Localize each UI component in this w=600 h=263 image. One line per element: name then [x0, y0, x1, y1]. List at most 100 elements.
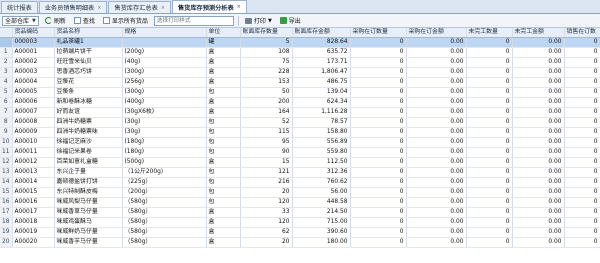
table-cell: 0	[564, 107, 600, 119]
refresh-icon	[44, 17, 52, 24]
table-cell: 0.00	[406, 57, 467, 69]
table-row[interactable]: 17 A00017 咪威香草马仔量 （580g）盒 33 214.50 0 0.00 0 0.00…	[0, 207, 600, 219]
table-row[interactable]: 4 A00004 豆漿花 (256g) 盒 153 486.75 0 0.00 0 0.00 0	[0, 77, 600, 89]
column-header[interactable]: 货品编码	[12, 28, 55, 39]
column-header[interactable]: 账面库存金额	[292, 28, 351, 39]
find-checkbox[interactable]: 查找	[72, 16, 97, 26]
toolbar: 全部仓库 ▼ 刷新 查找 显示所有货品 打印 ▼ 导出	[0, 14, 600, 28]
column-header[interactable]	[0, 28, 13, 39]
table-cell: 0	[350, 167, 407, 179]
table-cell: 0	[466, 87, 513, 99]
row-number: 18	[0, 217, 13, 229]
table-row[interactable]: 9 A00009 四洲牛奶糖票味 (30g) 包 115 158.80 0 0.00 0 0.00 0	[0, 127, 600, 139]
table-row[interactable]: 7 A00007 好而友谊 (30gX6枚) 盒 164 1,116.28 0 0.00 0 0.0…	[0, 107, 600, 119]
table-cell: （580g）	[122, 227, 207, 239]
table-cell: 嘉顿德盐饼打饼	[54, 177, 123, 189]
column-header[interactable]: 销售在订数	[564, 28, 600, 39]
table-row[interactable]: 15 A00015 东兴特制酥皮梅 （200g）包 20 56.00 0 0.00 0 0.00 0	[0, 187, 600, 199]
print-style-input[interactable]	[153, 15, 234, 26]
table-cell: 50	[240, 87, 293, 99]
column-header[interactable]: 未完工金额	[512, 28, 565, 39]
table-cell: 000003	[12, 37, 55, 49]
table-row[interactable]: 3 A00003 思香酒芯巧饼 (300g) 盒 228 1,806.47 0 0.00 0 0.0…	[0, 67, 600, 79]
row-number: 6	[0, 97, 13, 109]
table-cell: 0	[350, 217, 407, 229]
table-row[interactable]: 16 A00016 咪威风梨马仔量 （580g）包 120 448.58 0 0.00 0 0.0…	[0, 197, 600, 209]
tab-3[interactable]: 售货库存汇总表 ×	[108, 1, 171, 13]
table-cell: 448.58	[292, 197, 351, 209]
tab-4[interactable]: 售货库存预测分析表 ×	[171, 0, 247, 13]
table-cell: （225g）	[122, 177, 207, 189]
warehouse-select[interactable]: 全部仓库 ▼	[2, 15, 39, 26]
table-cell: 包	[206, 87, 241, 99]
warehouse-select-value: 全部仓库	[5, 18, 30, 25]
table-cell: 0.00	[406, 47, 467, 59]
table-cell: 1,806.47	[292, 67, 351, 79]
row-number: 11	[0, 147, 13, 159]
print-button[interactable]: 打印 ▼	[243, 16, 274, 26]
table-cell: 0.00	[406, 217, 467, 229]
refresh-button[interactable]: 刷新	[43, 16, 68, 26]
table-cell: (300g)	[122, 67, 207, 79]
table-cell: 0	[350, 187, 407, 199]
table-row[interactable]: 6 A00006 新和卷酥冰糖 (400g) 盒 200 624.34 0 0.00 0 0.00 0	[0, 97, 600, 109]
table-cell: 0	[350, 97, 407, 109]
table-cell: (40g)	[122, 57, 207, 69]
column-header[interactable]: 规格	[122, 28, 207, 39]
table-cell: 0	[564, 117, 600, 129]
table-cell: 121	[240, 167, 293, 179]
table-cell: 包	[206, 117, 241, 129]
tab-strip: 统计报表 业务员销售明细表 × 售货库存汇总表 × 售货库存预测分析表 ×	[0, 0, 600, 14]
table-cell: 0	[466, 57, 513, 69]
close-icon[interactable]: ×	[237, 4, 241, 10]
table-cell: 120	[240, 217, 293, 229]
table-cell: 包	[206, 197, 241, 209]
table-row[interactable]: 19 A00019 咪威鲜奶马仔量 （580g）盒 62 390.60 0 0.00 0 0.00…	[0, 227, 600, 239]
column-header[interactable]: 未完工数量	[466, 28, 513, 39]
table-cell: 228	[240, 67, 293, 79]
column-header[interactable]: 货品名称	[54, 28, 123, 39]
table-cell: 0	[350, 237, 407, 249]
table-cell: 四洲牛奶糖票	[54, 117, 123, 129]
table-row[interactable]: 5 A00005 豆漿条 (300g) 包 50 139.04 0 0.00 0 0.00 0	[0, 87, 600, 99]
close-icon[interactable]: ×	[161, 5, 165, 11]
table-cell: 0.00	[512, 217, 565, 229]
tab-2[interactable]: 业务员销售明细表 ×	[38, 1, 108, 13]
column-header[interactable]: 采购在订数量	[350, 28, 407, 39]
table-row[interactable]: 18 A00018 咪威鸡蛋酥马 （580g）盒 120 715.00 0 0.00 0 0.00…	[0, 217, 600, 229]
table-cell: 0	[466, 177, 513, 189]
show-all-checkbox[interactable]: 显示所有货品	[101, 16, 150, 26]
tab-label: 售货库存汇总表	[114, 5, 158, 12]
table-row[interactable]: 11 A00011 徐福记米果卷 (180g) 包 90 559.80 0 0.00 0 0.00 0	[0, 147, 600, 159]
table-row[interactable]: 10 A00010 徐福记芝麻沙 (180g) 包 95 556.89 0 0.00 0 0.00 0	[0, 137, 600, 149]
table-cell: 盒	[206, 47, 241, 59]
table-cell: 0	[564, 137, 600, 149]
table-cell: 0.00	[406, 207, 467, 219]
table-cell: 咪威香芋马仔量	[54, 237, 123, 249]
table-row[interactable]: 1 A00001 拉萌端片饼干 (200g) 盒 108 635.72 0 0.00 0 0.00 0	[0, 47, 600, 59]
table-row[interactable]: 12 A00012 百荣如意礼盒糖 (500g) 盒 15 112.50 0 0.00 0 0.00…	[0, 157, 600, 169]
table-row[interactable]: 20 A00020 咪威香芋马仔量 （580g）盒 20 180.00 0 0.00 0 0.00…	[0, 237, 600, 249]
table-cell: 0	[350, 57, 407, 69]
column-header[interactable]: 采购在订金额	[406, 28, 467, 39]
tab-label: 售货库存预测分析表	[177, 4, 234, 12]
column-header[interactable]: 账面库存数量	[240, 28, 293, 39]
column-header[interactable]: 单位	[206, 28, 241, 39]
table-cell: 0.00	[406, 107, 467, 119]
close-icon[interactable]: ×	[97, 5, 101, 11]
table-row[interactable]: 000003 礼品茶罐1 罐 5 828.64 0 0.00 0 0.00 0	[0, 37, 600, 49]
table-cell: A00008	[12, 117, 55, 129]
row-number: 20	[0, 237, 13, 249]
show-all-label: 显示所有货品	[111, 18, 148, 25]
table-cell: A00009	[12, 127, 55, 139]
table-cell: 164	[240, 107, 293, 119]
table-cell: 盒	[206, 97, 241, 109]
table-row[interactable]: 8 A00008 四洲牛奶糖票 (30g) 包 52 78.57 0 0.00 0 0.00 0	[0, 117, 600, 129]
table-cell: A00019	[12, 227, 55, 239]
table-row[interactable]: 14 A00014 嘉顿德盐饼打饼 （225g）包 216 760.62 0 0.00 0 0.0…	[0, 177, 600, 189]
export-button[interactable]: 导出	[278, 16, 303, 26]
table-row[interactable]: 13 A00013 东兴企子量 （1公斤200g）包 121 312.36 0 0.00 0 0.…	[0, 167, 600, 179]
table-cell: 0	[350, 207, 407, 219]
table-row[interactable]: 2 A00002 旺旺雪米仙贝 (40g) 盒 75 173.71 0 0.00 0 0.00 0	[0, 57, 600, 69]
tab-1[interactable]: 统计报表	[1, 1, 38, 13]
